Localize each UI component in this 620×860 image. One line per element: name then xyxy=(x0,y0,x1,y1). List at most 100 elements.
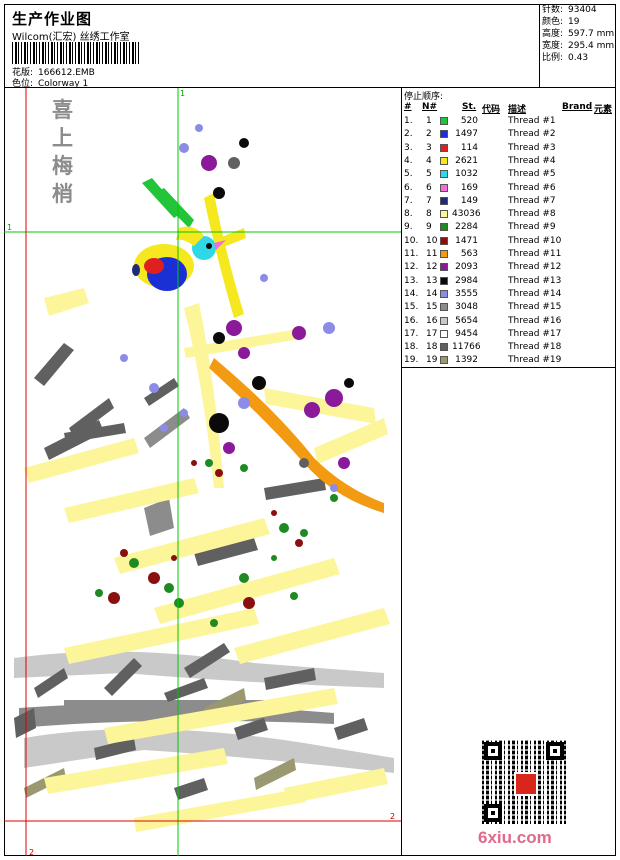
row-stitches: 3555 xyxy=(455,288,478,299)
row-desc: Thread #18 xyxy=(508,342,562,353)
embroidery-preview: 1 1 2 2 喜上梅梢 xyxy=(4,88,402,856)
guide-label-top: 1 xyxy=(180,89,185,98)
thread-legend: 停止顺序: # N# St. 代码 描述 Brand 元素 1. 1 520 Thre… xyxy=(402,88,616,368)
row-n: 10 xyxy=(426,235,438,246)
row-n: 7 xyxy=(426,195,432,206)
color-swatch xyxy=(440,356,448,365)
col-stitches: St. xyxy=(462,102,477,112)
stat-colors: 颜色: 19 xyxy=(542,17,580,27)
row-desc: Thread #16 xyxy=(508,315,562,326)
row-num: 13. xyxy=(404,275,419,286)
row-desc: Thread #7 xyxy=(508,195,556,206)
stat-stitches: 针数: 93404 xyxy=(542,5,597,15)
row-n: 15 xyxy=(426,302,438,313)
legend-title: 停止顺序: xyxy=(404,92,444,102)
row-n: 8 xyxy=(426,209,432,220)
row-stitches: 563 xyxy=(460,249,478,259)
row-n: 5 xyxy=(426,169,432,180)
row-n: 16 xyxy=(426,315,438,326)
row-stitches: 520 xyxy=(460,116,478,126)
legend-row: 1. 1 520 Thread #1 xyxy=(402,115,616,128)
row-desc: Thread #17 xyxy=(508,328,562,339)
color-swatch xyxy=(440,343,448,352)
barcode xyxy=(12,42,140,64)
row-desc: Thread #2 xyxy=(508,129,556,140)
color-swatch xyxy=(440,170,448,179)
row-desc: Thread #11 xyxy=(508,249,562,259)
stat-scale: 比例: 0.43 xyxy=(542,53,589,63)
color-swatch xyxy=(440,130,448,139)
color-swatch xyxy=(440,196,448,205)
row-n: 12 xyxy=(426,262,438,273)
color-swatch xyxy=(440,316,448,325)
legend-row: 16. 16 5654 Thread #16 xyxy=(402,315,616,328)
qr-code xyxy=(480,738,568,826)
row-desc: Thread #12 xyxy=(508,262,562,273)
watermark: 6xiu.com xyxy=(478,828,552,847)
legend-row: 10. 10 1471 Thread #10 xyxy=(402,235,616,248)
red-seal-stamp xyxy=(514,772,538,796)
row-num: 7. xyxy=(404,195,413,206)
legend-row: 18. 18 11766 Thread #18 xyxy=(402,341,616,354)
row-desc: Thread #15 xyxy=(508,302,562,313)
row-n: 18 xyxy=(426,342,438,353)
legend-row: 3. 3 114 Thread #3 xyxy=(402,142,616,155)
row-desc: Thread #19 xyxy=(508,355,562,366)
col-num: # xyxy=(404,102,412,112)
row-stitches: 114 xyxy=(460,142,478,153)
row-stitches: 1032 xyxy=(455,169,478,180)
row-stitches: 169 xyxy=(460,182,478,193)
row-num: 1. xyxy=(404,116,413,126)
row-stitches: 2284 xyxy=(455,222,478,233)
color-swatch xyxy=(440,303,448,312)
row-stitches: 11766 xyxy=(452,342,481,353)
row-stitches: 5654 xyxy=(455,315,478,326)
row-stitches: 1392 xyxy=(455,355,478,366)
guide-label-right: 2 xyxy=(390,812,395,821)
color-swatch xyxy=(440,143,448,152)
row-num: 3. xyxy=(404,142,413,153)
stat-width: 宽度: 295.4 mm xyxy=(542,41,615,51)
color-swatch xyxy=(440,183,448,192)
calligraphy-title: 喜上梅梢 xyxy=(52,97,73,206)
legend-row: 14. 14 3555 Thread #14 xyxy=(402,288,616,301)
row-num: 11. xyxy=(404,249,419,259)
stat-height: 高度: 597.7 mm xyxy=(542,29,615,39)
col-brand: Brand xyxy=(562,102,593,112)
row-stitches: 149 xyxy=(460,195,478,206)
row-n: 6 xyxy=(426,182,432,193)
row-num: 15. xyxy=(404,302,419,313)
legend-row: 5. 5 1032 Thread #5 xyxy=(402,168,616,181)
row-num: 17. xyxy=(404,328,419,339)
color-swatch xyxy=(440,223,448,232)
row-stitches: 2621 xyxy=(455,155,478,166)
design-stats: 针数: 93404 颜色: 19 高度: 597.7 mm 宽度: 295.4 mm 比… xyxy=(542,4,614,64)
row-stitches: 3048 xyxy=(455,302,478,313)
row-n: 11 xyxy=(426,249,438,259)
row-n: 3 xyxy=(426,142,432,153)
row-desc: Thread #1 xyxy=(508,116,556,126)
legend-row: 13. 13 2984 Thread #13 xyxy=(402,275,616,288)
col-element: 元素 xyxy=(594,105,613,115)
color-swatch xyxy=(440,250,448,258)
legend-row: 9. 9 2284 Thread #9 xyxy=(402,221,616,234)
legend-row: 11. 11 563 Thread #11 xyxy=(402,248,616,261)
row-n: 17 xyxy=(426,328,438,339)
color-swatch xyxy=(440,276,448,285)
row-n: 19 xyxy=(426,355,438,366)
row-num: 12. xyxy=(404,262,419,273)
color-swatch xyxy=(440,263,448,272)
row-n: 14 xyxy=(426,288,438,299)
row-n: 4 xyxy=(426,155,432,166)
color-swatch xyxy=(440,236,448,245)
row-stitches: 2984 xyxy=(455,275,478,286)
row-n: 1 xyxy=(426,116,432,126)
row-stitches: 9454 xyxy=(455,328,478,339)
row-stitches: 43036 xyxy=(452,209,481,220)
row-num: 19. xyxy=(404,355,419,366)
color-swatch xyxy=(440,329,448,338)
row-stitches: 2093 xyxy=(455,262,478,273)
col-code: 代码 xyxy=(482,105,501,115)
row-desc: Thread #9 xyxy=(508,222,556,233)
row-num: 5. xyxy=(404,169,413,180)
